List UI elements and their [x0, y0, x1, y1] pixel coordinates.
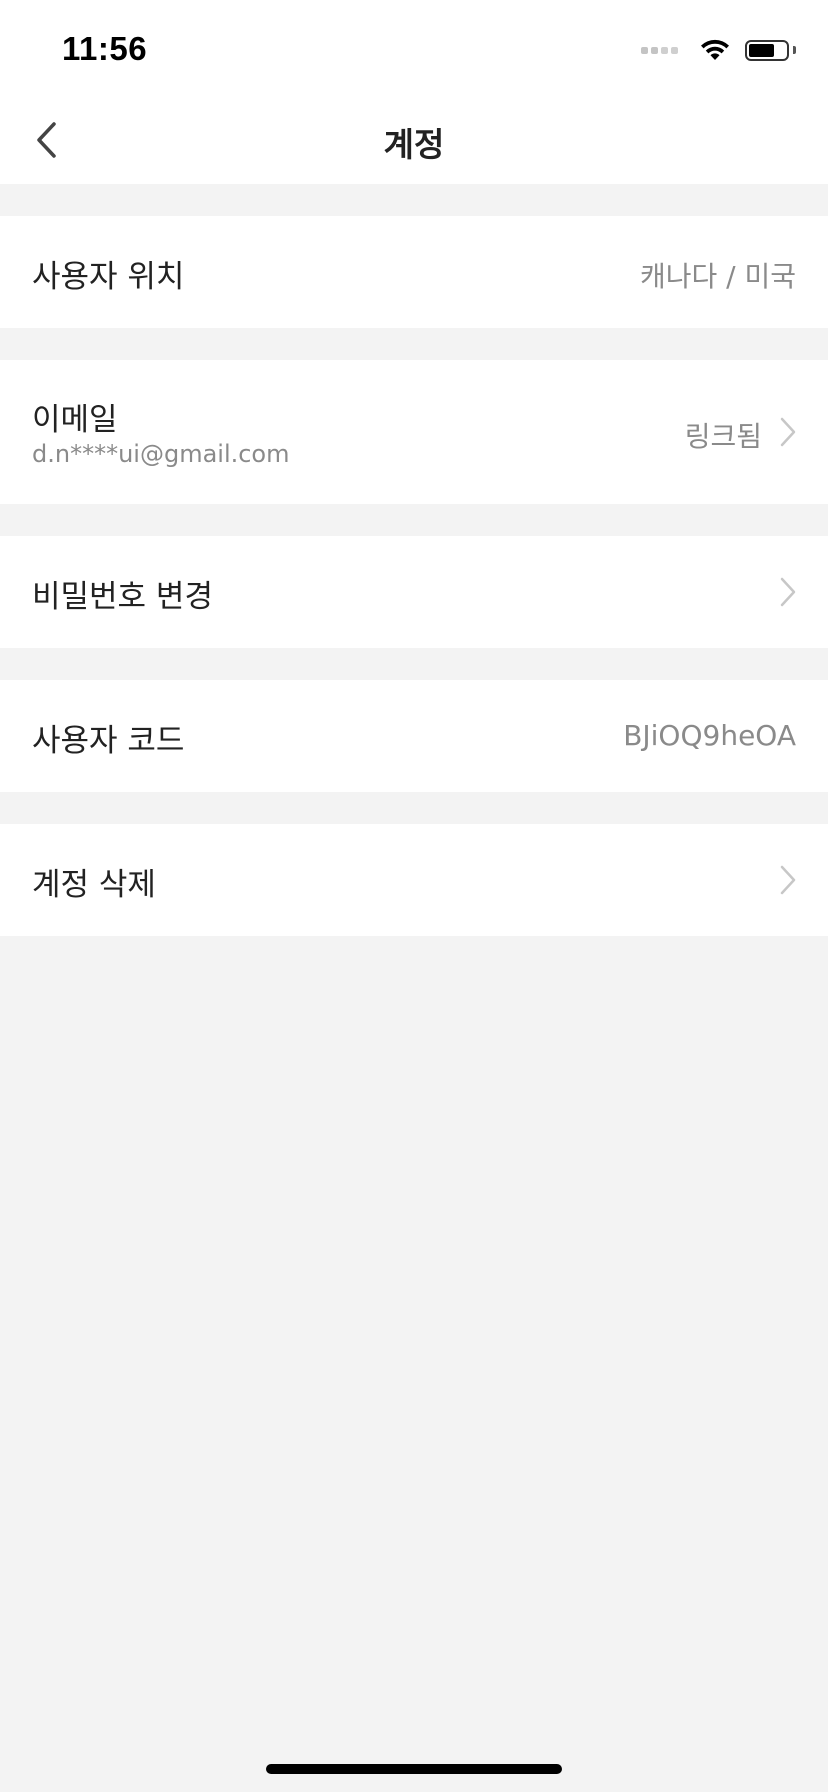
wifi-icon [701, 39, 729, 60]
user-location-value: 캐나다 / 미국 [639, 260, 796, 293]
chevron-right-icon [780, 865, 796, 895]
change-password-row[interactable]: 비밀번호 변경 [0, 536, 828, 648]
chevron-right-icon [780, 417, 796, 447]
delete-account-row[interactable]: 계정 삭제 [0, 824, 828, 936]
email-label: 이메일 [32, 402, 118, 438]
page-title: 계정 [383, 125, 445, 164]
user-code-row: 사용자 코드 BJiOQ9heOA [0, 680, 828, 792]
user-code-label: 사용자 코드 [32, 723, 185, 759]
home-indicator[interactable] [266, 1764, 562, 1774]
change-password-label: 비밀번호 변경 [32, 579, 213, 615]
status-bar: 11:56 [0, 0, 828, 96]
chevron-right-icon [780, 577, 796, 607]
battery-fill [749, 43, 774, 57]
email-link-status: 링크됨 [684, 420, 762, 453]
email-row[interactable]: 이메일 d.n****ui@gmail.com 링크됨 [0, 360, 828, 504]
user-code-value: BJiOQ9heOA [623, 719, 796, 752]
status-icons [641, 36, 796, 64]
battery-tip [793, 46, 796, 54]
user-location-row: 사용자 위치 캐나다 / 미국 [0, 216, 828, 328]
battery-icon [745, 39, 789, 61]
navigation-bar: 계정 [0, 96, 828, 184]
delete-account-label: 계정 삭제 [32, 867, 156, 903]
user-location-label: 사용자 위치 [32, 259, 185, 295]
cellular-signal-icon [641, 46, 681, 54]
status-time: 11:56 [62, 30, 148, 67]
email-address: d.n****ui@gmail.com [32, 440, 290, 468]
